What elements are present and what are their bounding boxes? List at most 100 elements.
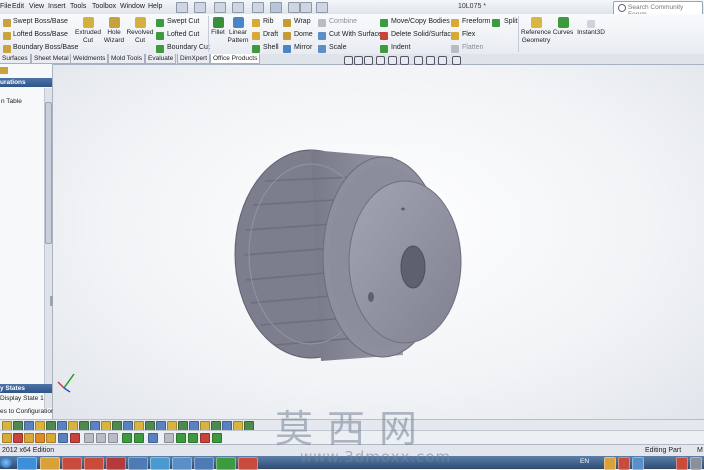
tray-icon[interactable] bbox=[604, 457, 616, 470]
apply-scene-icon[interactable] bbox=[438, 56, 447, 65]
freeform-button[interactable]: Freeform bbox=[462, 18, 490, 25]
dome-button[interactable]: Dome bbox=[294, 31, 313, 38]
taskbar-app-icon[interactable] bbox=[194, 457, 214, 470]
reference-geometry-button[interactable]: Reference Geometry bbox=[520, 17, 552, 45]
previous-view-icon[interactable] bbox=[364, 56, 373, 65]
graphics-viewport[interactable] bbox=[53, 65, 704, 419]
feature-icon[interactable] bbox=[134, 433, 144, 443]
taskbar-app-icon[interactable] bbox=[150, 457, 170, 470]
design-table-item[interactable]: n Table bbox=[1, 98, 22, 105]
feature-icon[interactable] bbox=[84, 433, 94, 443]
draft-button[interactable]: Draft bbox=[263, 31, 278, 38]
feature-icon[interactable] bbox=[200, 433, 210, 443]
extruded-cut-button[interactable]: Extruded Cut bbox=[74, 17, 102, 45]
taskbar-app-icon[interactable] bbox=[216, 457, 236, 470]
taskbar-app-icon[interactable] bbox=[84, 457, 104, 470]
link-to-configuration-option[interactable]: es to Configuration bbox=[0, 408, 55, 415]
feature-icon[interactable] bbox=[108, 433, 118, 443]
search-input[interactable]: Search Community Forum bbox=[613, 1, 703, 18]
view-orientation-icon[interactable] bbox=[388, 56, 397, 65]
flex-button[interactable]: Flex bbox=[462, 31, 475, 38]
edit-appearance-icon[interactable] bbox=[426, 56, 435, 65]
open-folder-icon[interactable] bbox=[194, 2, 206, 13]
lofted-boss-base-button[interactable]: Lofted Boss/Base bbox=[13, 31, 68, 38]
hole-wizard-button[interactable]: Hole Wizard bbox=[102, 17, 126, 45]
menu-view[interactable]: View bbox=[29, 3, 44, 10]
flatten-button[interactable]: Flatten bbox=[462, 44, 483, 51]
scale-button[interactable]: Scale bbox=[329, 44, 347, 51]
combine-button[interactable]: Combine bbox=[329, 18, 357, 25]
save-icon[interactable] bbox=[214, 2, 226, 13]
tab-evaluate[interactable]: Evaluate bbox=[145, 54, 177, 64]
tab-sheet-metal[interactable]: Sheet Metal bbox=[31, 54, 72, 64]
revolved-cut-button[interactable]: Revolved Cut bbox=[126, 17, 154, 45]
feature-icon[interactable] bbox=[122, 433, 132, 443]
feature-icon[interactable] bbox=[46, 433, 56, 443]
menu-file[interactable]: File bbox=[0, 3, 11, 10]
tray-icon[interactable] bbox=[676, 457, 688, 470]
tab-mold-tools[interactable]: Mold Tools bbox=[108, 54, 145, 64]
tab-dimxpert[interactable]: DimXpert bbox=[177, 54, 211, 64]
feature-icon[interactable] bbox=[148, 433, 158, 443]
feature-icon[interactable] bbox=[13, 433, 23, 443]
zoom-to-fit-icon[interactable] bbox=[344, 56, 353, 65]
indent-button[interactable]: Indent bbox=[391, 44, 410, 51]
zoom-to-area-icon[interactable] bbox=[354, 56, 363, 65]
select-pointer-icon[interactable] bbox=[270, 2, 282, 13]
menu-insert[interactable]: Insert bbox=[48, 3, 66, 10]
fillet-button[interactable]: Fillet bbox=[210, 17, 226, 37]
menu-toolbox[interactable]: Toolbox bbox=[92, 3, 116, 10]
taskbar-app-icon[interactable] bbox=[128, 457, 148, 470]
panel-toolbar-icon[interactable] bbox=[0, 67, 8, 74]
rib-button[interactable]: Rib bbox=[263, 18, 274, 25]
tray-icon[interactable] bbox=[690, 457, 702, 470]
units-label[interactable]: M bbox=[697, 447, 703, 454]
panel-scrollbar-thumb[interactable] bbox=[45, 102, 52, 244]
swept-boss-base-button[interactable]: Swept Boss/Base bbox=[13, 18, 68, 25]
taskbar-app-icon[interactable] bbox=[238, 457, 258, 470]
shell-button[interactable]: Shell bbox=[263, 44, 279, 51]
taskbar-app-icon[interactable] bbox=[40, 457, 60, 470]
taskbar-app-icon[interactable] bbox=[106, 457, 126, 470]
feature-icon[interactable] bbox=[2, 433, 12, 443]
new-document-icon[interactable] bbox=[176, 2, 188, 13]
feature-icon[interactable] bbox=[212, 433, 222, 443]
feature-icon[interactable] bbox=[176, 433, 186, 443]
menu-edit[interactable]: Edit bbox=[12, 3, 24, 10]
feature-icon[interactable] bbox=[70, 433, 80, 443]
lofted-cut-button[interactable]: Lofted Cut bbox=[167, 31, 199, 38]
hide-show-items-icon[interactable] bbox=[414, 56, 423, 65]
menu-tools[interactable]: Tools bbox=[70, 3, 86, 10]
options-icon[interactable] bbox=[316, 2, 328, 13]
feature-icon[interactable] bbox=[96, 433, 106, 443]
instant3d-button[interactable]: Instant3D bbox=[576, 20, 606, 37]
tab-office-products[interactable]: Office Products bbox=[210, 54, 261, 64]
split-button[interactable]: Split bbox=[504, 18, 518, 25]
undo-icon[interactable] bbox=[252, 2, 264, 13]
display-state-item[interactable]: Display State 1 bbox=[0, 395, 44, 402]
file-properties-icon[interactable] bbox=[300, 2, 312, 13]
taskbar-app-icon[interactable] bbox=[17, 457, 37, 470]
taskbar-app-icon[interactable] bbox=[172, 457, 192, 470]
pulley-3d-model[interactable] bbox=[53, 65, 704, 419]
tray-icon[interactable] bbox=[618, 457, 630, 470]
feature-icon[interactable] bbox=[164, 433, 174, 443]
cut-with-surface-button[interactable]: Cut With Surface bbox=[329, 31, 382, 38]
rebuild-icon[interactable] bbox=[288, 2, 300, 13]
menu-help[interactable]: Help bbox=[148, 3, 162, 10]
tab-weldments[interactable]: Weldments bbox=[70, 54, 109, 64]
feature-icon[interactable] bbox=[58, 433, 68, 443]
language-indicator[interactable]: EN bbox=[580, 458, 589, 465]
move-copy-bodies-button[interactable]: Move/Copy Bodies bbox=[391, 18, 450, 25]
taskbar-app-icon[interactable] bbox=[62, 457, 82, 470]
tab-surfaces[interactable]: Surfaces bbox=[0, 54, 31, 64]
delete-solid-surface-button[interactable]: Delete Solid/Surface bbox=[391, 31, 455, 38]
feature-icon[interactable] bbox=[35, 433, 45, 443]
display-style-icon[interactable] bbox=[400, 56, 409, 65]
tray-icon[interactable] bbox=[632, 457, 644, 470]
curves-button[interactable]: Curves bbox=[552, 17, 574, 37]
section-view-icon[interactable] bbox=[376, 56, 385, 65]
boundary-cut-button[interactable]: Boundary Cut bbox=[167, 44, 210, 51]
start-button-icon[interactable] bbox=[0, 457, 12, 468]
menu-window[interactable]: Window bbox=[120, 3, 145, 10]
